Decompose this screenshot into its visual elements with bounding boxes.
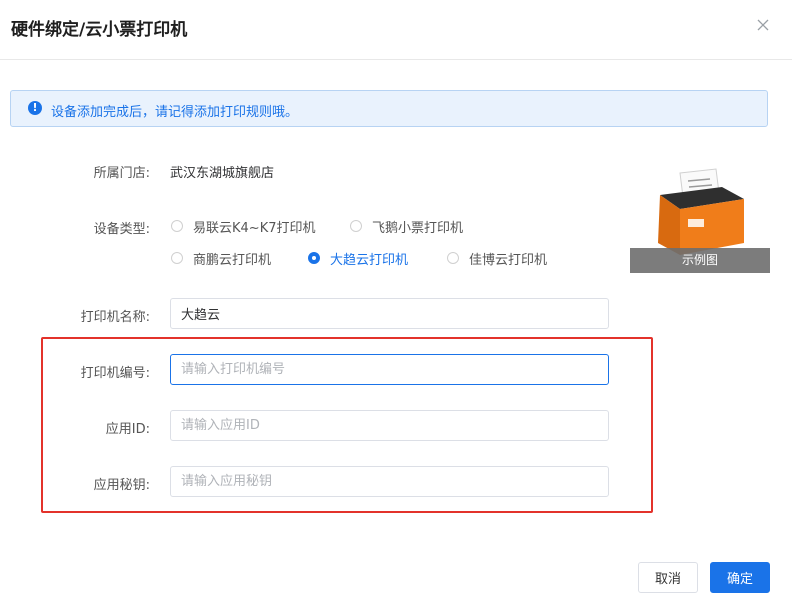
radio-device-type-4[interactable]: 佳博云打印机 bbox=[447, 249, 548, 268]
radio-circle bbox=[447, 252, 459, 264]
example-caption: 示例图 bbox=[630, 248, 770, 273]
radio-label: 佳博云打印机 bbox=[469, 252, 548, 268]
radio-device-type-2[interactable]: 商鹏云打印机 bbox=[171, 249, 272, 268]
radio-device-type-3[interactable]: 大趋云打印机 bbox=[308, 249, 409, 268]
header-divider bbox=[0, 59, 792, 60]
radio-label: 易联云K4~K7打印机 bbox=[193, 220, 316, 236]
confirm-button[interactable]: 确定 bbox=[710, 562, 770, 593]
bind-printer-dialog: 硬件绑定/云小票打印机 ! 设备添加完成后，请记得添加打印规则哦。 所属门店: … bbox=[0, 0, 792, 615]
dialog-title: 硬件绑定/云小票打印机 bbox=[11, 20, 188, 40]
radio-label: 飞鹅小票打印机 bbox=[372, 220, 464, 236]
device-type-label: 设备类型: bbox=[93, 222, 150, 237]
radio-label: 商鹏云打印机 bbox=[193, 252, 272, 268]
radio-device-type-1[interactable]: 飞鹅小票打印机 bbox=[350, 217, 464, 236]
close-icon[interactable] bbox=[754, 16, 772, 34]
radio-circle bbox=[350, 220, 362, 232]
highlight-box bbox=[41, 337, 653, 513]
radio-label: 大趋云打印机 bbox=[330, 252, 409, 268]
printer-name-label: 打印机名称: bbox=[80, 310, 150, 325]
store-label: 所属门店: bbox=[93, 166, 150, 181]
info-alert: ! 设备添加完成后，请记得添加打印规则哦。 bbox=[10, 90, 768, 127]
radio-device-type-0[interactable]: 易联云K4~K7打印机 bbox=[171, 217, 316, 236]
radio-circle bbox=[308, 252, 320, 264]
radio-circle bbox=[171, 220, 183, 232]
radio-circle bbox=[171, 252, 183, 264]
cancel-button[interactable]: 取消 bbox=[638, 562, 698, 593]
alert-text: 设备添加完成后，请记得添加打印规则哦。 bbox=[51, 105, 299, 120]
info-icon: ! bbox=[28, 101, 42, 115]
store-value: 武汉东湖城旗舰店 bbox=[170, 166, 275, 181]
printer-name-input[interactable] bbox=[170, 298, 609, 329]
